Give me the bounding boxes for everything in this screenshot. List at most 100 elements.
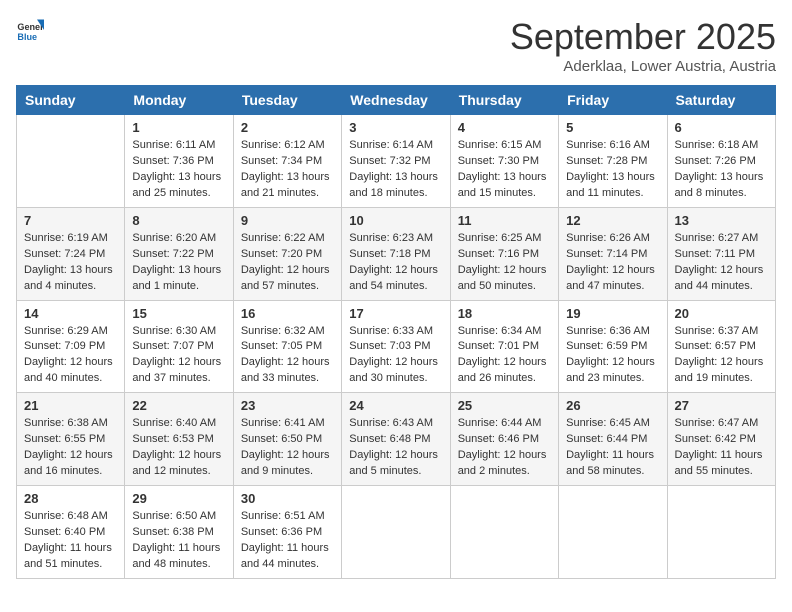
calendar-cell: 18 Sunrise: 6:34 AMSunset: 7:01 PMDayligh… (450, 300, 558, 393)
calendar-cell: 24 Sunrise: 6:43 AMSunset: 6:48 PMDayligh… (342, 393, 450, 486)
day-info: Sunrise: 6:45 AMSunset: 6:44 PMDaylight:… (566, 416, 659, 480)
calendar-week-row: 7Sunrise: 6:19 AMSunset: 7:24 PMDaylight… (17, 207, 776, 300)
day-number: 21 (24, 398, 117, 413)
day-info: Sunrise: 6:18 AMSunset: 7:26 PMDaylight:… (675, 138, 768, 202)
calendar-cell: 20 Sunrise: 6:37 AMSunset: 6:57 PMDayligh… (667, 300, 775, 393)
day-info: Sunrise: 6:32 AMSunset: 7:05 PMDaylight:… (241, 324, 334, 388)
day-info: Sunrise: 6:27 AMSunset: 7:11 PMDaylight:… (675, 231, 768, 295)
calendar-cell (667, 486, 775, 579)
day-number: 3 (349, 120, 442, 135)
day-number: 13 (675, 213, 768, 228)
calendar-cell: 25 Sunrise: 6:44 AMSunset: 6:46 PMDayligh… (450, 393, 558, 486)
day-info: Sunrise: 6:48 AMSunset: 6:40 PMDaylight:… (24, 509, 117, 573)
day-header-monday: Monday (125, 86, 233, 115)
day-info: Sunrise: 6:16 AMSunset: 7:28 PMDaylight:… (566, 138, 659, 202)
calendar-cell (559, 486, 667, 579)
day-info: Sunrise: 6:51 AMSunset: 6:36 PMDaylight:… (241, 509, 334, 573)
day-info: Sunrise: 6:15 AMSunset: 7:30 PMDaylight:… (458, 138, 551, 202)
day-info: Sunrise: 6:43 AMSunset: 6:48 PMDaylight:… (349, 416, 442, 480)
calendar-week-row: 21 Sunrise: 6:38 AMSunset: 6:55 PMDayligh… (17, 393, 776, 486)
day-number: 20 (675, 306, 768, 321)
calendar-week-row: 14Sunrise: 6:29 AMSunset: 7:09 PMDayligh… (17, 300, 776, 393)
day-number: 27 (675, 398, 768, 413)
day-number: 26 (566, 398, 659, 413)
day-header-thursday: Thursday (450, 86, 558, 115)
day-info: Sunrise: 6:30 AMSunset: 7:07 PMDaylight:… (132, 324, 225, 388)
day-number: 11 (458, 213, 551, 228)
day-info: Sunrise: 6:22 AMSunset: 7:20 PMDaylight:… (241, 231, 334, 295)
day-info: Sunrise: 6:40 AMSunset: 6:53 PMDaylight:… (132, 416, 225, 480)
calendar-cell: 7Sunrise: 6:19 AMSunset: 7:24 PMDaylight… (17, 207, 125, 300)
day-number: 22 (132, 398, 225, 413)
calendar-week-row: 28Sunrise: 6:48 AMSunset: 6:40 PMDayligh… (17, 486, 776, 579)
day-number: 24 (349, 398, 442, 413)
calendar-cell: 3Sunrise: 6:14 AMSunset: 7:32 PMDaylight… (342, 115, 450, 208)
day-number: 29 (132, 491, 225, 506)
day-info: Sunrise: 6:41 AMSunset: 6:50 PMDaylight:… (241, 416, 334, 480)
calendar-cell: 12 Sunrise: 6:26 AMSunset: 7:14 PMDayligh… (559, 207, 667, 300)
day-number: 4 (458, 120, 551, 135)
day-number: 1 (132, 120, 225, 135)
day-number: 19 (566, 306, 659, 321)
calendar-cell: 2Sunrise: 6:12 AMSunset: 7:34 PMDaylight… (233, 115, 341, 208)
day-info: Sunrise: 6:12 AMSunset: 7:34 PMDaylight:… (241, 138, 334, 202)
calendar-cell: 28Sunrise: 6:48 AMSunset: 6:40 PMDayligh… (17, 486, 125, 579)
calendar-cell: 10 Sunrise: 6:23 AMSunset: 7:18 PMDayligh… (342, 207, 450, 300)
day-number: 18 (458, 306, 551, 321)
day-header-saturday: Saturday (667, 86, 775, 115)
calendar-cell: 5 Sunrise: 6:16 AMSunset: 7:28 PMDaylight… (559, 115, 667, 208)
calendar-cell: 15Sunrise: 6:30 AMSunset: 7:07 PMDayligh… (125, 300, 233, 393)
title-block: September 2025 Aderklaa, Lower Austria, … (510, 16, 776, 75)
page-header: General Blue September 2025 Aderklaa, Lo… (16, 16, 776, 75)
day-info: Sunrise: 6:26 AMSunset: 7:14 PMDaylight:… (566, 231, 659, 295)
day-header-sunday: Sunday (17, 86, 125, 115)
calendar-cell (450, 486, 558, 579)
day-info: Sunrise: 6:38 AMSunset: 6:55 PMDaylight:… (24, 416, 117, 480)
day-info: Sunrise: 6:50 AMSunset: 6:38 PMDaylight:… (132, 509, 225, 573)
day-header-friday: Friday (559, 86, 667, 115)
calendar-cell: 22 Sunrise: 6:40 AMSunset: 6:53 PMDayligh… (125, 393, 233, 486)
day-number: 14 (24, 306, 117, 321)
day-number: 8 (132, 213, 225, 228)
calendar-cell: 9 Sunrise: 6:22 AMSunset: 7:20 PMDaylight… (233, 207, 341, 300)
day-info: Sunrise: 6:33 AMSunset: 7:03 PMDaylight:… (349, 324, 442, 388)
day-info: Sunrise: 6:11 AMSunset: 7:36 PMDaylight:… (132, 138, 225, 202)
day-number: 25 (458, 398, 551, 413)
calendar-cell: 1 Sunrise: 6:11 AMSunset: 7:36 PMDaylight… (125, 115, 233, 208)
logo: General Blue (16, 16, 44, 44)
day-number: 9 (241, 213, 334, 228)
day-info: Sunrise: 6:37 AMSunset: 6:57 PMDaylight:… (675, 324, 768, 388)
calendar-week-row: 1 Sunrise: 6:11 AMSunset: 7:36 PMDaylight… (17, 115, 776, 208)
calendar-cell: 23Sunrise: 6:41 AMSunset: 6:50 PMDayligh… (233, 393, 341, 486)
day-info: Sunrise: 6:34 AMSunset: 7:01 PMDaylight:… (458, 324, 551, 388)
day-info: Sunrise: 6:23 AMSunset: 7:18 PMDaylight:… (349, 231, 442, 295)
calendar-table: SundayMondayTuesdayWednesdayThursdayFrid… (16, 85, 776, 579)
month-title: September 2025 (510, 16, 776, 58)
calendar-cell (342, 486, 450, 579)
svg-text:Blue: Blue (17, 32, 37, 42)
calendar-cell: 4 Sunrise: 6:15 AMSunset: 7:30 PMDaylight… (450, 115, 558, 208)
location-subtitle: Aderklaa, Lower Austria, Austria (510, 58, 776, 75)
calendar-cell: 19Sunrise: 6:36 AMSunset: 6:59 PMDayligh… (559, 300, 667, 393)
day-number: 17 (349, 306, 442, 321)
day-number: 10 (349, 213, 442, 228)
calendar-cell: 16 Sunrise: 6:32 AMSunset: 7:05 PMDayligh… (233, 300, 341, 393)
day-number: 30 (241, 491, 334, 506)
day-header-tuesday: Tuesday (233, 86, 341, 115)
day-number: 5 (566, 120, 659, 135)
calendar-cell (17, 115, 125, 208)
day-info: Sunrise: 6:19 AMSunset: 7:24 PMDaylight:… (24, 231, 117, 295)
day-number: 6 (675, 120, 768, 135)
calendar-cell: 29 Sunrise: 6:50 AMSunset: 6:38 PMDayligh… (125, 486, 233, 579)
calendar-cell: 13 Sunrise: 6:27 AMSunset: 7:11 PMDayligh… (667, 207, 775, 300)
day-info: Sunrise: 6:25 AMSunset: 7:16 PMDaylight:… (458, 231, 551, 295)
calendar-cell: 30 Sunrise: 6:51 AMSunset: 6:36 PMDayligh… (233, 486, 341, 579)
day-number: 12 (566, 213, 659, 228)
logo-icon: General Blue (16, 16, 44, 44)
day-info: Sunrise: 6:47 AMSunset: 6:42 PMDaylight:… (675, 416, 768, 480)
day-info: Sunrise: 6:44 AMSunset: 6:46 PMDaylight:… (458, 416, 551, 480)
calendar-cell: 8Sunrise: 6:20 AMSunset: 7:22 PMDaylight… (125, 207, 233, 300)
calendar-cell: 6 Sunrise: 6:18 AMSunset: 7:26 PMDaylight… (667, 115, 775, 208)
day-number: 16 (241, 306, 334, 321)
calendar-cell: 27 Sunrise: 6:47 AMSunset: 6:42 PMDayligh… (667, 393, 775, 486)
